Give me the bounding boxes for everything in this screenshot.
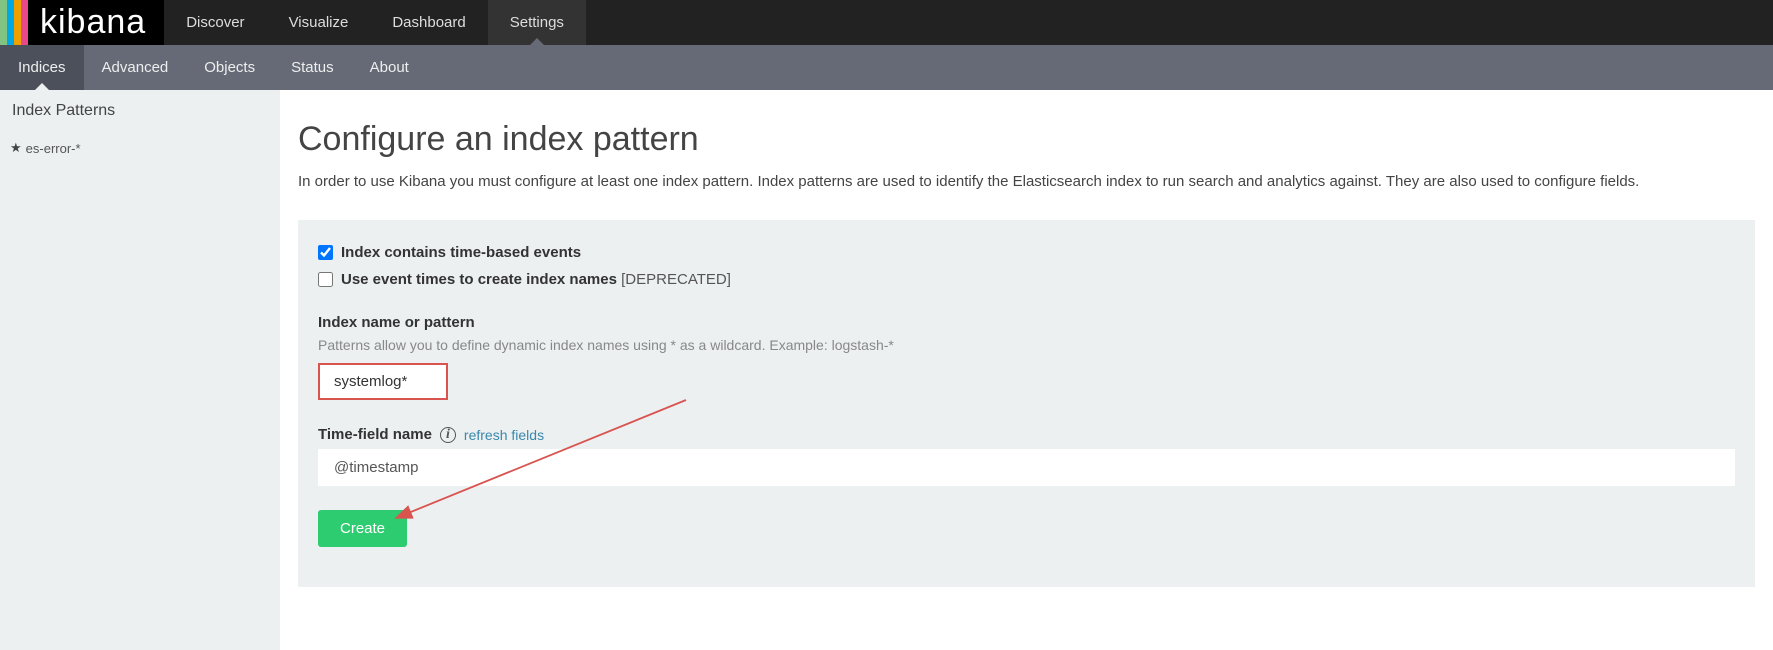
checkbox-time-based[interactable]: Index contains time-based events (318, 244, 1735, 261)
logo-stripes (0, 0, 28, 45)
time-field-label: Time-field name i refresh fields (318, 426, 1735, 443)
subnav-objects[interactable]: Objects (186, 45, 273, 90)
star-icon: ★ (10, 140, 22, 156)
nav-discover[interactable]: Discover (164, 0, 266, 45)
form-panel: Index contains time-based events Use eve… (298, 220, 1755, 587)
sidebar-item-label: es-error-* (26, 141, 81, 156)
sidebar: Index Patterns ★ es-error-* (0, 90, 280, 650)
nav-dashboard[interactable]: Dashboard (370, 0, 487, 45)
checkbox-time-based-input[interactable] (318, 245, 333, 260)
page-description: In order to use Kibana you must configur… (298, 173, 1755, 190)
checkbox-event-times[interactable]: Use event times to create index names [D… (318, 271, 1735, 288)
nav-visualize[interactable]: Visualize (267, 0, 371, 45)
checkbox-time-based-label: Index contains time-based events (341, 244, 581, 261)
index-name-hint: Patterns allow you to define dynamic ind… (318, 337, 1735, 353)
logo[interactable]: kibana (0, 0, 164, 45)
content: Configure an index pattern In order to u… (280, 90, 1773, 650)
subnav-advanced[interactable]: Advanced (84, 45, 187, 90)
sidebar-item-es-error[interactable]: ★ es-error-* (10, 140, 270, 156)
info-icon[interactable]: i (440, 427, 456, 443)
create-button[interactable]: Create (318, 510, 407, 547)
page-title: Configure an index pattern (298, 120, 1755, 159)
sub-nav: Indices Advanced Objects Status About (0, 45, 1773, 90)
top-nav: kibana Discover Visualize Dashboard Sett… (0, 0, 1773, 45)
subnav-indices[interactable]: Indices (0, 45, 84, 90)
index-name-label: Index name or pattern (318, 314, 1735, 331)
refresh-fields-link[interactable]: refresh fields (464, 427, 544, 443)
time-field-input[interactable] (318, 449, 1735, 486)
subnav-status[interactable]: Status (273, 45, 352, 90)
checkbox-event-times-input[interactable] (318, 272, 333, 287)
deprecated-tag: [DEPRECATED] (621, 271, 731, 288)
logo-text: kibana (28, 0, 164, 45)
subnav-about[interactable]: About (352, 45, 427, 90)
nav-settings[interactable]: Settings (488, 0, 586, 45)
index-name-input[interactable] (318, 363, 448, 400)
checkbox-event-times-label: Use event times to create index names (341, 271, 617, 288)
top-nav-items: Discover Visualize Dashboard Settings (164, 0, 586, 45)
sidebar-heading: Index Patterns (10, 102, 270, 120)
